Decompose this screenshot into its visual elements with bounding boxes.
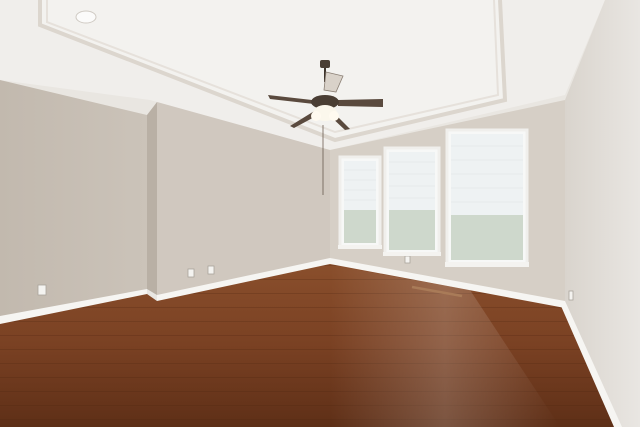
room-photo <box>0 0 640 427</box>
outlet-back <box>404 255 411 264</box>
room-scene <box>0 0 640 427</box>
outlet-middle-2 <box>207 265 215 275</box>
wall-corner <box>147 102 157 298</box>
window-left <box>338 155 382 249</box>
outlet-right <box>568 290 574 301</box>
outlet-left <box>37 284 47 296</box>
window-center <box>383 146 441 256</box>
smoke-detector <box>75 10 97 24</box>
window-right <box>445 128 529 267</box>
wall-left <box>0 80 147 320</box>
outlet-middle-1 <box>187 268 195 278</box>
